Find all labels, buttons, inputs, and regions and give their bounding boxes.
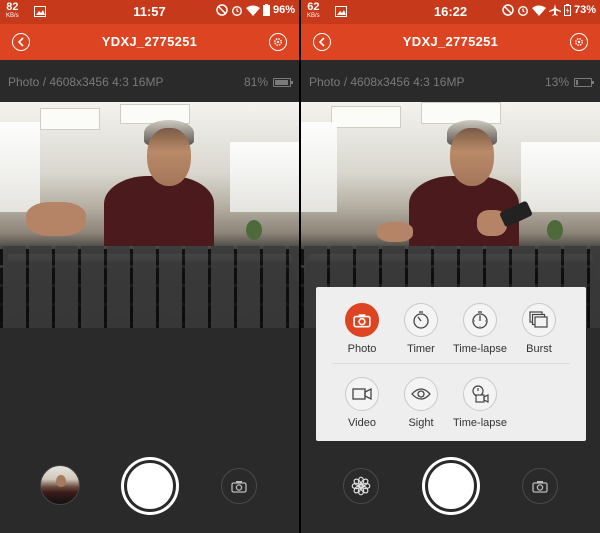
window-light [521,142,600,212]
camera-controls [0,328,299,533]
flower-icon [351,476,371,496]
mode-timelapse-icon-wrap [463,303,497,337]
app-bar: YDXJ_2775251 [301,24,600,60]
airplane-icon [548,4,561,16]
shutter-button[interactable] [421,457,480,515]
camera-battery-icon [273,77,293,87]
camera-icon [231,480,247,493]
person-shirt [104,176,214,246]
alarm-icon [231,6,242,16]
battery-charging-icon [563,4,571,16]
status-battery-percent: 73% [573,4,596,16]
mode-time-lapse-video[interactable]: Time-lapse [450,377,510,429]
thumbnail-preview [56,475,66,487]
camera-battery-fill [275,79,288,85]
gear-icon [274,38,282,46]
camera-icon [353,313,371,327]
capture-mode-info: Photo / 4608x3456 4:3 16MP [8,75,164,89]
screen-right: 62 KB/s 16:22 73% YDXJ_2775251 Photo / 4… [301,0,600,533]
mode-label: Sight [408,417,434,429]
mode-photo[interactable]: Photo [332,303,392,355]
camera-battery-fill [576,79,579,85]
plant [547,220,563,240]
window-light [301,122,337,212]
mode-burst-icon-wrap [522,303,556,337]
video-timelapse-icon [472,385,489,403]
camera-preview [0,102,299,328]
settings-button[interactable] [570,33,588,51]
screen-left: 82 KB/s 11:57 96% YDXJ_2775251 Photo / 4… [0,0,299,533]
mode-menu-button[interactable] [343,468,379,504]
info-bar: Photo / 4608x3456 4:3 16MP 81% [0,60,299,102]
gallery-thumbnail[interactable] [40,465,80,505]
camera-battery-percent: 13% [544,75,569,89]
person-hand [377,222,413,242]
menu-divider [332,363,570,364]
mode-label: Photo [347,343,377,355]
camera-icon [532,480,548,493]
do-not-disturb-icon [216,4,228,16]
ceiling-light [40,108,100,130]
app-title: YDXJ_2775251 [101,34,198,49]
mode-video[interactable]: Video [332,377,392,429]
stage: 82 KB/s 11:57 96% YDXJ_2775251 Photo / 4… [0,0,600,533]
mode-video-icon-wrap [345,377,379,411]
gear-icon [575,38,583,46]
battery-status-icon [262,4,270,16]
mode-sight-icon-wrap [404,377,438,411]
wifi-icon [531,5,546,16]
mode-timer[interactable]: Timer [391,303,451,355]
app-title: YDXJ_2775251 [402,34,499,49]
mode-burst[interactable]: Burst [509,303,569,355]
info-bar: Photo / 4608x3456 4:3 16MP 13% [301,60,600,102]
status-icons: 96% [216,4,295,16]
mode-label: Timer [407,343,435,355]
timer-icon [413,311,429,329]
burst-icon [529,311,548,328]
mode-label: Burst [526,343,552,355]
person-head [147,128,191,186]
switch-camera-button[interactable] [221,468,257,504]
person-hand [26,202,86,236]
camera-battery: 13% [544,75,594,89]
person-head [450,128,494,186]
capture-mode-info: Photo / 4608x3456 4:3 16MP [309,75,465,89]
mode-label: Video [348,417,376,429]
window-light [230,142,299,212]
do-not-disturb-icon [502,4,514,16]
wifi-icon [245,5,260,16]
mode-video-timelapse-icon-wrap [463,377,497,411]
mode-label: Time-lapse [453,343,507,355]
alarm-icon [517,6,528,16]
shutter-button[interactable] [120,457,179,515]
mode-timer-icon-wrap [404,303,438,337]
mode-time-lapse-photo[interactable]: Time-lapse [450,303,510,355]
status-icons: 73% [502,4,596,16]
camera-battery-icon [574,77,594,87]
plant [246,220,262,240]
status-bar: 62 KB/s 16:22 73% [301,0,600,24]
keyboard [0,246,299,328]
mode-sight[interactable]: Sight [391,377,451,429]
mode-menu: Photo Timer Time-lapse Burst Video Sight… [316,287,586,441]
mode-label: Time-lapse [453,417,507,429]
stopwatch-icon [472,311,488,329]
settings-button[interactable] [269,33,287,51]
eye-icon [411,388,431,400]
camera-battery-percent: 81% [243,75,268,89]
ceiling-light [331,106,401,128]
camera-battery: 81% [243,75,293,89]
status-battery-percent: 96% [272,4,295,16]
app-bar: YDXJ_2775251 [0,24,299,60]
mode-photo-icon-wrap [345,303,379,337]
status-bar: 82 KB/s 11:57 96% [0,0,299,24]
video-icon [352,387,372,401]
switch-camera-button[interactable] [522,468,558,504]
window-light [0,122,40,212]
